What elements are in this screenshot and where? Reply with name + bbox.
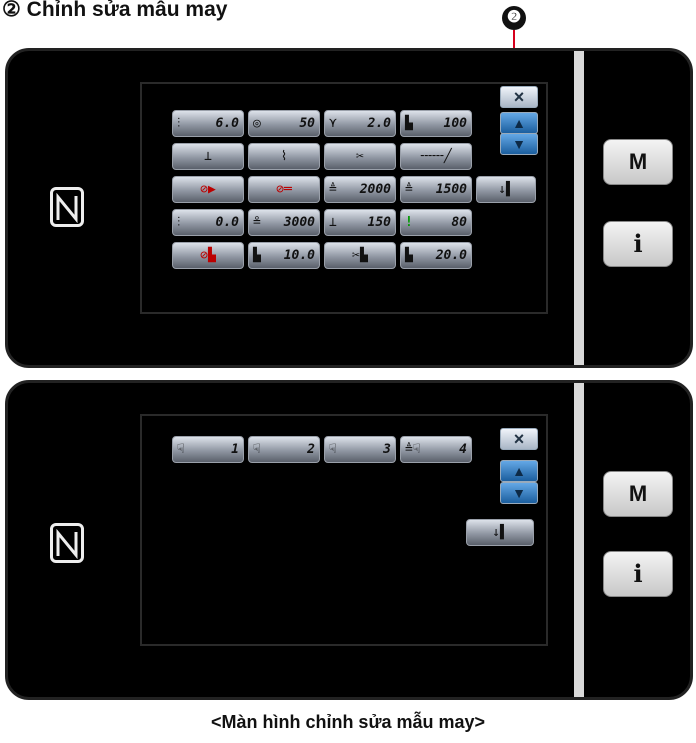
page-jump-icon: ↓▌ bbox=[492, 525, 508, 540]
scroll-up-button[interactable]: ▲ bbox=[500, 112, 538, 134]
bobbin-key[interactable]: ⌇ bbox=[248, 143, 320, 170]
thread-tension-key[interactable]: ◎ 50 bbox=[248, 110, 320, 137]
needle-count-icon: ⊥ bbox=[329, 215, 337, 230]
pattern-key-2[interactable]: ☟ 2 bbox=[248, 436, 320, 463]
pattern-key-label: 2 bbox=[307, 442, 315, 457]
page-jump-icon: ↓▌ bbox=[498, 182, 514, 197]
presser-lift-icon: ▙ bbox=[405, 116, 413, 131]
foot-delay-value: 10.0 bbox=[283, 248, 315, 263]
speed-hand-icon: ≜☟ bbox=[405, 442, 421, 457]
mode-button[interactable]: M bbox=[603, 139, 673, 185]
bobbin-icon: ⌇ bbox=[280, 149, 288, 164]
section-heading: ② Chỉnh sửa mẫu may bbox=[2, 0, 228, 21]
trim-foot-icon: ✂▙ bbox=[352, 248, 368, 263]
callout-marker: ❷ bbox=[502, 6, 526, 30]
needle-stop-key[interactable]: ⊥ bbox=[172, 143, 244, 170]
panel-divider bbox=[574, 51, 584, 365]
speed-icon: ≜ bbox=[329, 182, 337, 197]
stitch-length-value: 6.0 bbox=[215, 116, 239, 131]
max-speed-key[interactable]: ≜ 2000 bbox=[324, 176, 396, 203]
panel-divider bbox=[574, 383, 584, 697]
alert-icon: ! bbox=[405, 215, 413, 230]
pattern-key-3[interactable]: ☟ 3 bbox=[324, 436, 396, 463]
pattern-key-label: 4 bbox=[459, 442, 467, 457]
foot-time-key[interactable]: ▙ 20.0 bbox=[400, 242, 472, 269]
offset-key[interactable]: ⫶ 0.0 bbox=[172, 209, 244, 236]
sewing-speed-value: 3000 bbox=[283, 215, 315, 230]
scroll-up-button[interactable]: ▲ bbox=[500, 460, 538, 482]
speed-icon: ≜ bbox=[405, 182, 413, 197]
reverse-off-icon: ⊘▶ bbox=[200, 182, 216, 197]
stitch-line-key[interactable]: ╌╌╌╱ bbox=[400, 143, 472, 170]
stitch-length-icon: ⫶ bbox=[177, 116, 181, 131]
offset-value: 0.0 bbox=[215, 215, 239, 230]
thread-tension-icon: ◎ bbox=[253, 116, 261, 131]
presser-foot-pressure-key[interactable]: ⋎ 2.0 bbox=[324, 110, 396, 137]
control-panel-bottom: ☟ 1 ☟ 2 ☟ 3 ≜☟ 4 ↓▌ × ▲ ▼ M i bbox=[5, 380, 693, 700]
hand-icon: ☟ bbox=[177, 442, 185, 457]
thread-trim-key[interactable]: ✂ bbox=[324, 143, 396, 170]
nfc-icon bbox=[50, 523, 84, 563]
presser-pressure-value: 2.0 bbox=[367, 116, 391, 131]
page-jump-key[interactable]: ↓▌ bbox=[466, 519, 534, 546]
pattern-key-4[interactable]: ≜☟ 4 bbox=[400, 436, 472, 463]
presser-foot-lift-key[interactable]: ▙ 100 bbox=[400, 110, 472, 137]
reverse-feed-off-key[interactable]: ⊘▶ bbox=[172, 176, 244, 203]
sewing-speed-icon: ≗ bbox=[253, 215, 261, 230]
needle-stop-icon: ⊥ bbox=[204, 149, 212, 164]
scroll-down-button[interactable]: ▼ bbox=[500, 482, 538, 504]
foot-time-value: 20.0 bbox=[435, 248, 467, 263]
scissors-icon: ✂ bbox=[356, 149, 364, 164]
pattern-key-1[interactable]: ☟ 1 bbox=[172, 436, 244, 463]
start-speed-key[interactable]: ≜ 1500 bbox=[400, 176, 472, 203]
scroll-down-button[interactable]: ▼ bbox=[500, 133, 538, 155]
foot-off-icon: ⊘▙ bbox=[200, 248, 216, 263]
condense-off-icon: ⊘═ bbox=[276, 182, 292, 197]
foot-delay-icon: ▙ bbox=[253, 248, 261, 263]
needle-count-value: 150 bbox=[367, 215, 391, 230]
offset-icon: ⫶ bbox=[177, 215, 181, 230]
nfc-icon bbox=[50, 187, 84, 227]
alert-count-key[interactable]: ! 80 bbox=[400, 209, 472, 236]
control-panel-top: ⫶ 6.0 ◎ 50 ⋎ 2.0 ▙ 100 ⊥ ⌇ ✂ ╌╌╌╱ ⊘▶ ⊘═ ≜ 200… bbox=[5, 48, 693, 368]
alert-count-value: 80 bbox=[451, 215, 467, 230]
edit-screen-page-2: ☟ 1 ☟ 2 ☟ 3 ≜☟ 4 ↓▌ × ▲ ▼ bbox=[140, 414, 548, 646]
foot-off-key[interactable]: ⊘▙ bbox=[172, 242, 244, 269]
stitch-length-key[interactable]: ⫶ 6.0 bbox=[172, 110, 244, 137]
thread-tension-value: 50 bbox=[299, 116, 315, 131]
pattern-key-label: 3 bbox=[383, 442, 391, 457]
page-jump-key[interactable]: ↓▌ bbox=[476, 176, 536, 203]
edit-screen: ⫶ 6.0 ◎ 50 ⋎ 2.0 ▙ 100 ⊥ ⌇ ✂ ╌╌╌╱ ⊘▶ ⊘═ ≜ 200… bbox=[140, 82, 548, 314]
condense-off-key[interactable]: ⊘═ bbox=[248, 176, 320, 203]
info-button[interactable]: i bbox=[603, 551, 673, 597]
info-button[interactable]: i bbox=[603, 221, 673, 267]
hand-icon: ☟ bbox=[253, 442, 261, 457]
presser-lift-value: 100 bbox=[443, 116, 467, 131]
max-speed-value: 2000 bbox=[359, 182, 391, 197]
foot-time-icon: ▙ bbox=[405, 248, 413, 263]
mode-button[interactable]: M bbox=[603, 471, 673, 517]
close-button[interactable]: × bbox=[500, 428, 538, 450]
pattern-key-label: 1 bbox=[231, 442, 239, 457]
foot-delay-key[interactable]: ▙ 10.0 bbox=[248, 242, 320, 269]
start-speed-value: 1500 bbox=[435, 182, 467, 197]
sewing-speed-key[interactable]: ≗ 3000 bbox=[248, 209, 320, 236]
stitch-line-icon: ╌╌╌╱ bbox=[420, 149, 452, 164]
close-button[interactable]: × bbox=[500, 86, 538, 108]
presser-pressure-icon: ⋎ bbox=[329, 116, 337, 131]
hand-icon: ☟ bbox=[329, 442, 337, 457]
trim-foot-key[interactable]: ✂▙ bbox=[324, 242, 396, 269]
needle-count-key[interactable]: ⊥ 150 bbox=[324, 209, 396, 236]
figure-caption: <Màn hình chỉnh sửa mẫu may> bbox=[210, 712, 486, 732]
